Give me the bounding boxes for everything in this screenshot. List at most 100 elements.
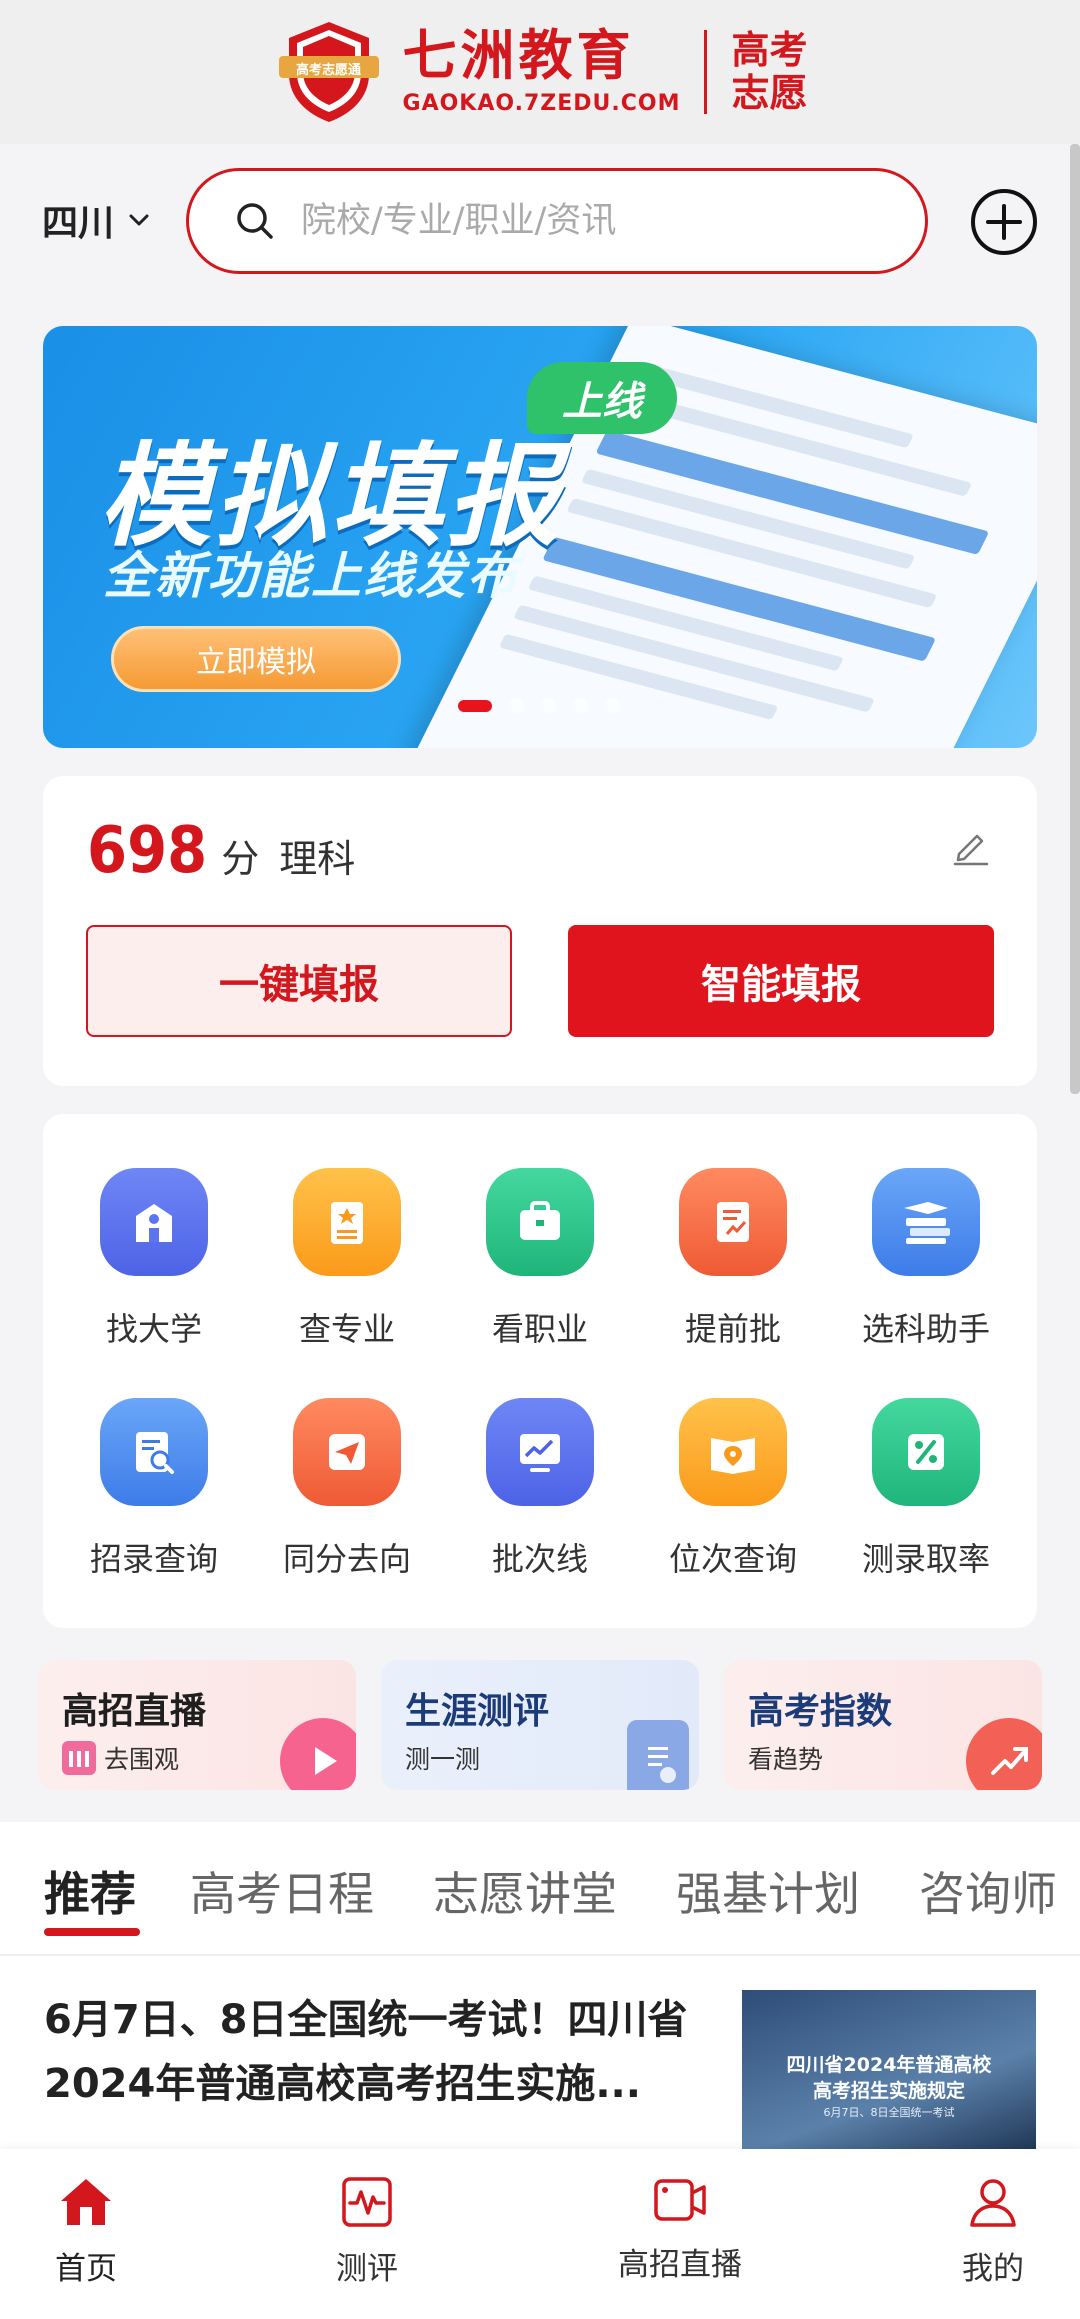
feature-label: 位次查询 [668,1540,797,1578]
nav-label: 高招直播 [618,2247,742,2283]
nav-home[interactable]: 首页 [0,2175,186,2288]
video-icon [654,2179,706,2221]
nav-live[interactable]: 高招直播 [580,2175,780,2284]
thumb-line3: 6月7日、8日全国统一考试 [823,2106,955,2119]
feature-label: 测录取率 [861,1540,990,1578]
edit-icon[interactable] [951,826,991,866]
pulse-icon [342,2177,392,2227]
carousel-dot[interactable] [458,700,492,712]
search-icon [237,203,273,239]
feature-label: 同分去向 [282,1540,411,1578]
feature-label: 提前批 [684,1310,781,1348]
tab-active-indicator [44,1928,140,1936]
tab-counselor[interactable]: 咨询师 [919,1858,1057,1924]
smart-fill-button[interactable]: 智能填报 [568,925,994,1037]
promo-subtitle-text: 去围观 [104,1745,180,1774]
bar-chart-icon [62,1741,96,1775]
news-item[interactable]: 6月7日、8日全国统一考试！四川省2024年普通高校高考招生实施... 四川省2… [0,1988,1080,2156]
promo-subtitle-text: 看趋势 [748,1745,824,1774]
nav-label: 首页 [55,2251,117,2287]
home-icon [61,2179,111,2225]
tab-schedule[interactable]: 高考日程 [190,1858,374,1924]
feature-subject-assistant[interactable]: 选科助手 [829,1168,1023,1358]
app-header: 高考志愿通 七洲教育 GAOKAO.7ZEDU.COM 高考 志愿 [0,0,1080,144]
feature-admission-query[interactable]: 招录查询 [57,1398,251,1588]
university-icon [100,1168,208,1276]
score-line: 698 分 理科 [87,814,355,888]
brand-side-line2: 志愿 [731,71,808,115]
promo-title: 生涯测评 [405,1691,550,1732]
books-cap-icon [872,1168,980,1276]
score-unit: 分 [221,837,260,881]
briefcase-icon [486,1168,594,1276]
province-label: 四川 [42,203,115,244]
promo-title: 高考指数 [748,1691,893,1732]
feature-same-score[interactable]: 同分去向 [250,1398,444,1588]
one-click-fill-button[interactable]: 一键填报 [86,925,512,1037]
nav-test[interactable]: 测评 [267,2175,467,2288]
brand-logo[interactable]: 高考志愿通 七洲教育 GAOKAO.7ZEDU.COM 高考 志愿 [273,16,807,128]
feature-batch-line[interactable]: 批次线 [443,1398,637,1588]
bottom-nav: 首页 测评 高招直播 我的 [0,2149,1080,2319]
thumb-line1: 四川省2024年普通高校 [786,2054,992,2076]
promo-subtitle: 测一测 [405,1740,480,1776]
feature-rank-query[interactable]: 位次查询 [636,1398,830,1588]
score-value: 698 [87,814,208,888]
brand-url: GAOKAO.7ZEDU.COM [402,90,681,116]
promo-live[interactable]: 高招直播 去围观 [38,1660,356,1790]
province-selector[interactable]: 四川 [42,194,152,246]
feature-label: 招录查询 [89,1540,218,1578]
feature-check-major[interactable]: 查专业 [250,1168,444,1358]
doc-search-icon [100,1398,208,1506]
nav-label: 我的 [962,2251,1024,2287]
feature-label: 查专业 [298,1310,395,1348]
simulate-button[interactable]: 立即模拟 [111,626,401,692]
clipboard-icon [627,1720,689,1790]
badge-text: 高考志愿通 [296,63,362,78]
feature-label: 选科助手 [861,1310,990,1348]
feature-label: 找大学 [105,1310,202,1348]
user-icon [970,2179,1016,2227]
scrollbar[interactable] [1070,144,1080,1094]
search-row: 四川 [0,168,1080,276]
score-card: 698 分 理科 一键填报 智能填报 [43,776,1037,1086]
promo-subtitle: 去围观 [62,1740,179,1776]
brand-divider [704,30,708,114]
promo-subtitle: 看趋势 [748,1740,823,1776]
feature-view-career[interactable]: 看职业 [443,1168,637,1358]
feed-tabs: 推荐 高考日程 志愿讲堂 强基计划 咨询师 [0,1822,1080,1956]
promo-banner[interactable]: 上线 模拟填报 全新功能上线发布 立即模拟 [43,326,1037,748]
promo-gaokao-index[interactable]: 高考指数 看趋势 [724,1660,1042,1790]
tab-lectures[interactable]: 志愿讲堂 [433,1858,617,1924]
feature-admission-rate[interactable]: 测录取率 [829,1398,1023,1588]
add-circle-icon[interactable] [970,188,1038,256]
carousel-dot[interactable] [540,698,556,714]
feature-find-university[interactable]: 找大学 [57,1168,251,1358]
carousel-dot[interactable] [508,698,524,714]
tab-strong-base[interactable]: 强基计划 [676,1858,860,1924]
brand-name: 七洲教育 [402,23,635,87]
tab-recommend[interactable]: 推荐 [44,1858,136,1924]
news-title: 6月7日、8日全国统一考试！四川省2024年普通高校高考招生实施... [44,1997,688,2107]
promo-subtitle-text: 测一测 [405,1745,481,1774]
brand-text-block: 七洲教育 GAOKAO.7ZEDU.COM [402,23,681,116]
nav-profile[interactable]: 我的 [893,2175,1080,2288]
score-subject: 理科 [279,837,356,881]
carousel-dot[interactable] [604,698,620,714]
brand-side-line1: 高考 [731,28,808,73]
feature-early-batch[interactable]: 提前批 [636,1168,830,1358]
carousel-dot[interactable] [572,698,588,714]
promo-career-test[interactable]: 生涯测评 测一测 [381,1660,699,1790]
major-book-icon [293,1168,401,1276]
map-pin-book-icon [679,1398,787,1506]
search-box[interactable] [186,168,928,274]
banner-subtitle: 全新功能上线发布 [103,547,519,605]
search-input[interactable] [301,201,861,241]
line-chart-icon [486,1398,594,1506]
percent-icon [872,1398,980,1506]
play-icon [280,1718,356,1790]
feature-grid: 找大学 查专业 看职业 提前批 选科助手 招录查询 同分去向 批次线 位次查询 … [43,1114,1037,1628]
carousel-indicator [458,698,620,714]
brand-side: 高考 志愿 [731,29,807,114]
feature-label: 批次线 [491,1540,588,1578]
